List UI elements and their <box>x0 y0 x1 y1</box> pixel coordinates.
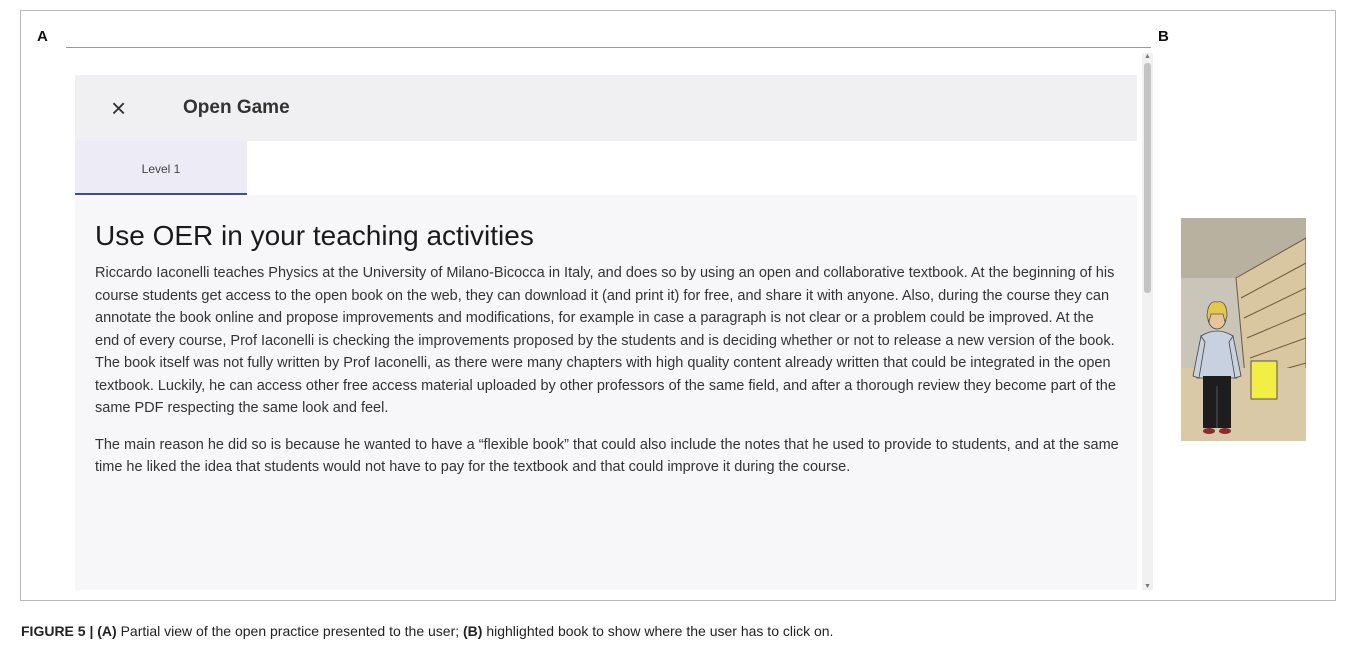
caption-b-tag: (B) <box>463 623 483 639</box>
open-game-dialog: × Open Game Level 1 Use OER in your teac… <box>75 75 1137 590</box>
vertical-scrollbar[interactable]: ▲ ▼ <box>1142 53 1153 590</box>
caption-a-tag: (A) <box>97 623 117 639</box>
divider <box>66 47 1151 48</box>
scroll-thumb[interactable] <box>1144 63 1151 293</box>
dialog-title: Open Game <box>183 97 290 118</box>
caption-prefix: FIGURE 5 | <box>21 623 98 639</box>
caption-a-text: Partial view of the open practice presen… <box>116 623 464 639</box>
tab-level-1[interactable]: Level 1 <box>75 141 247 195</box>
game-scene <box>1181 218 1306 441</box>
scroll-up-icon[interactable]: ▲ <box>1144 53 1151 60</box>
caption-b-text: highlighted book to show where the user … <box>482 623 834 639</box>
practice-paragraph-2: The main reason he did so is because he … <box>95 436 1119 476</box>
scroll-down-icon[interactable]: ▼ <box>1144 583 1151 590</box>
practice-paragraph-1: Riccardo Iaconelli teaches Physics at th… <box>95 265 1116 416</box>
practice-content: Use OER in your teaching activities Ricc… <box>95 220 1120 493</box>
figure-caption: FIGURE 5 | (A) Partial view of the open … <box>21 623 833 639</box>
panel-label-a: A <box>37 28 48 45</box>
panel-label-b: B <box>1158 28 1169 45</box>
dialog-header: × Open Game <box>75 75 1137 142</box>
practice-heading: Use OER in your teaching activities <box>95 220 534 251</box>
professor-character-illustration <box>1181 218 1306 441</box>
highlighted-book <box>1250 360 1278 400</box>
tab-bar: Level 1 <box>75 141 1137 195</box>
close-icon[interactable]: × <box>111 93 126 123</box>
